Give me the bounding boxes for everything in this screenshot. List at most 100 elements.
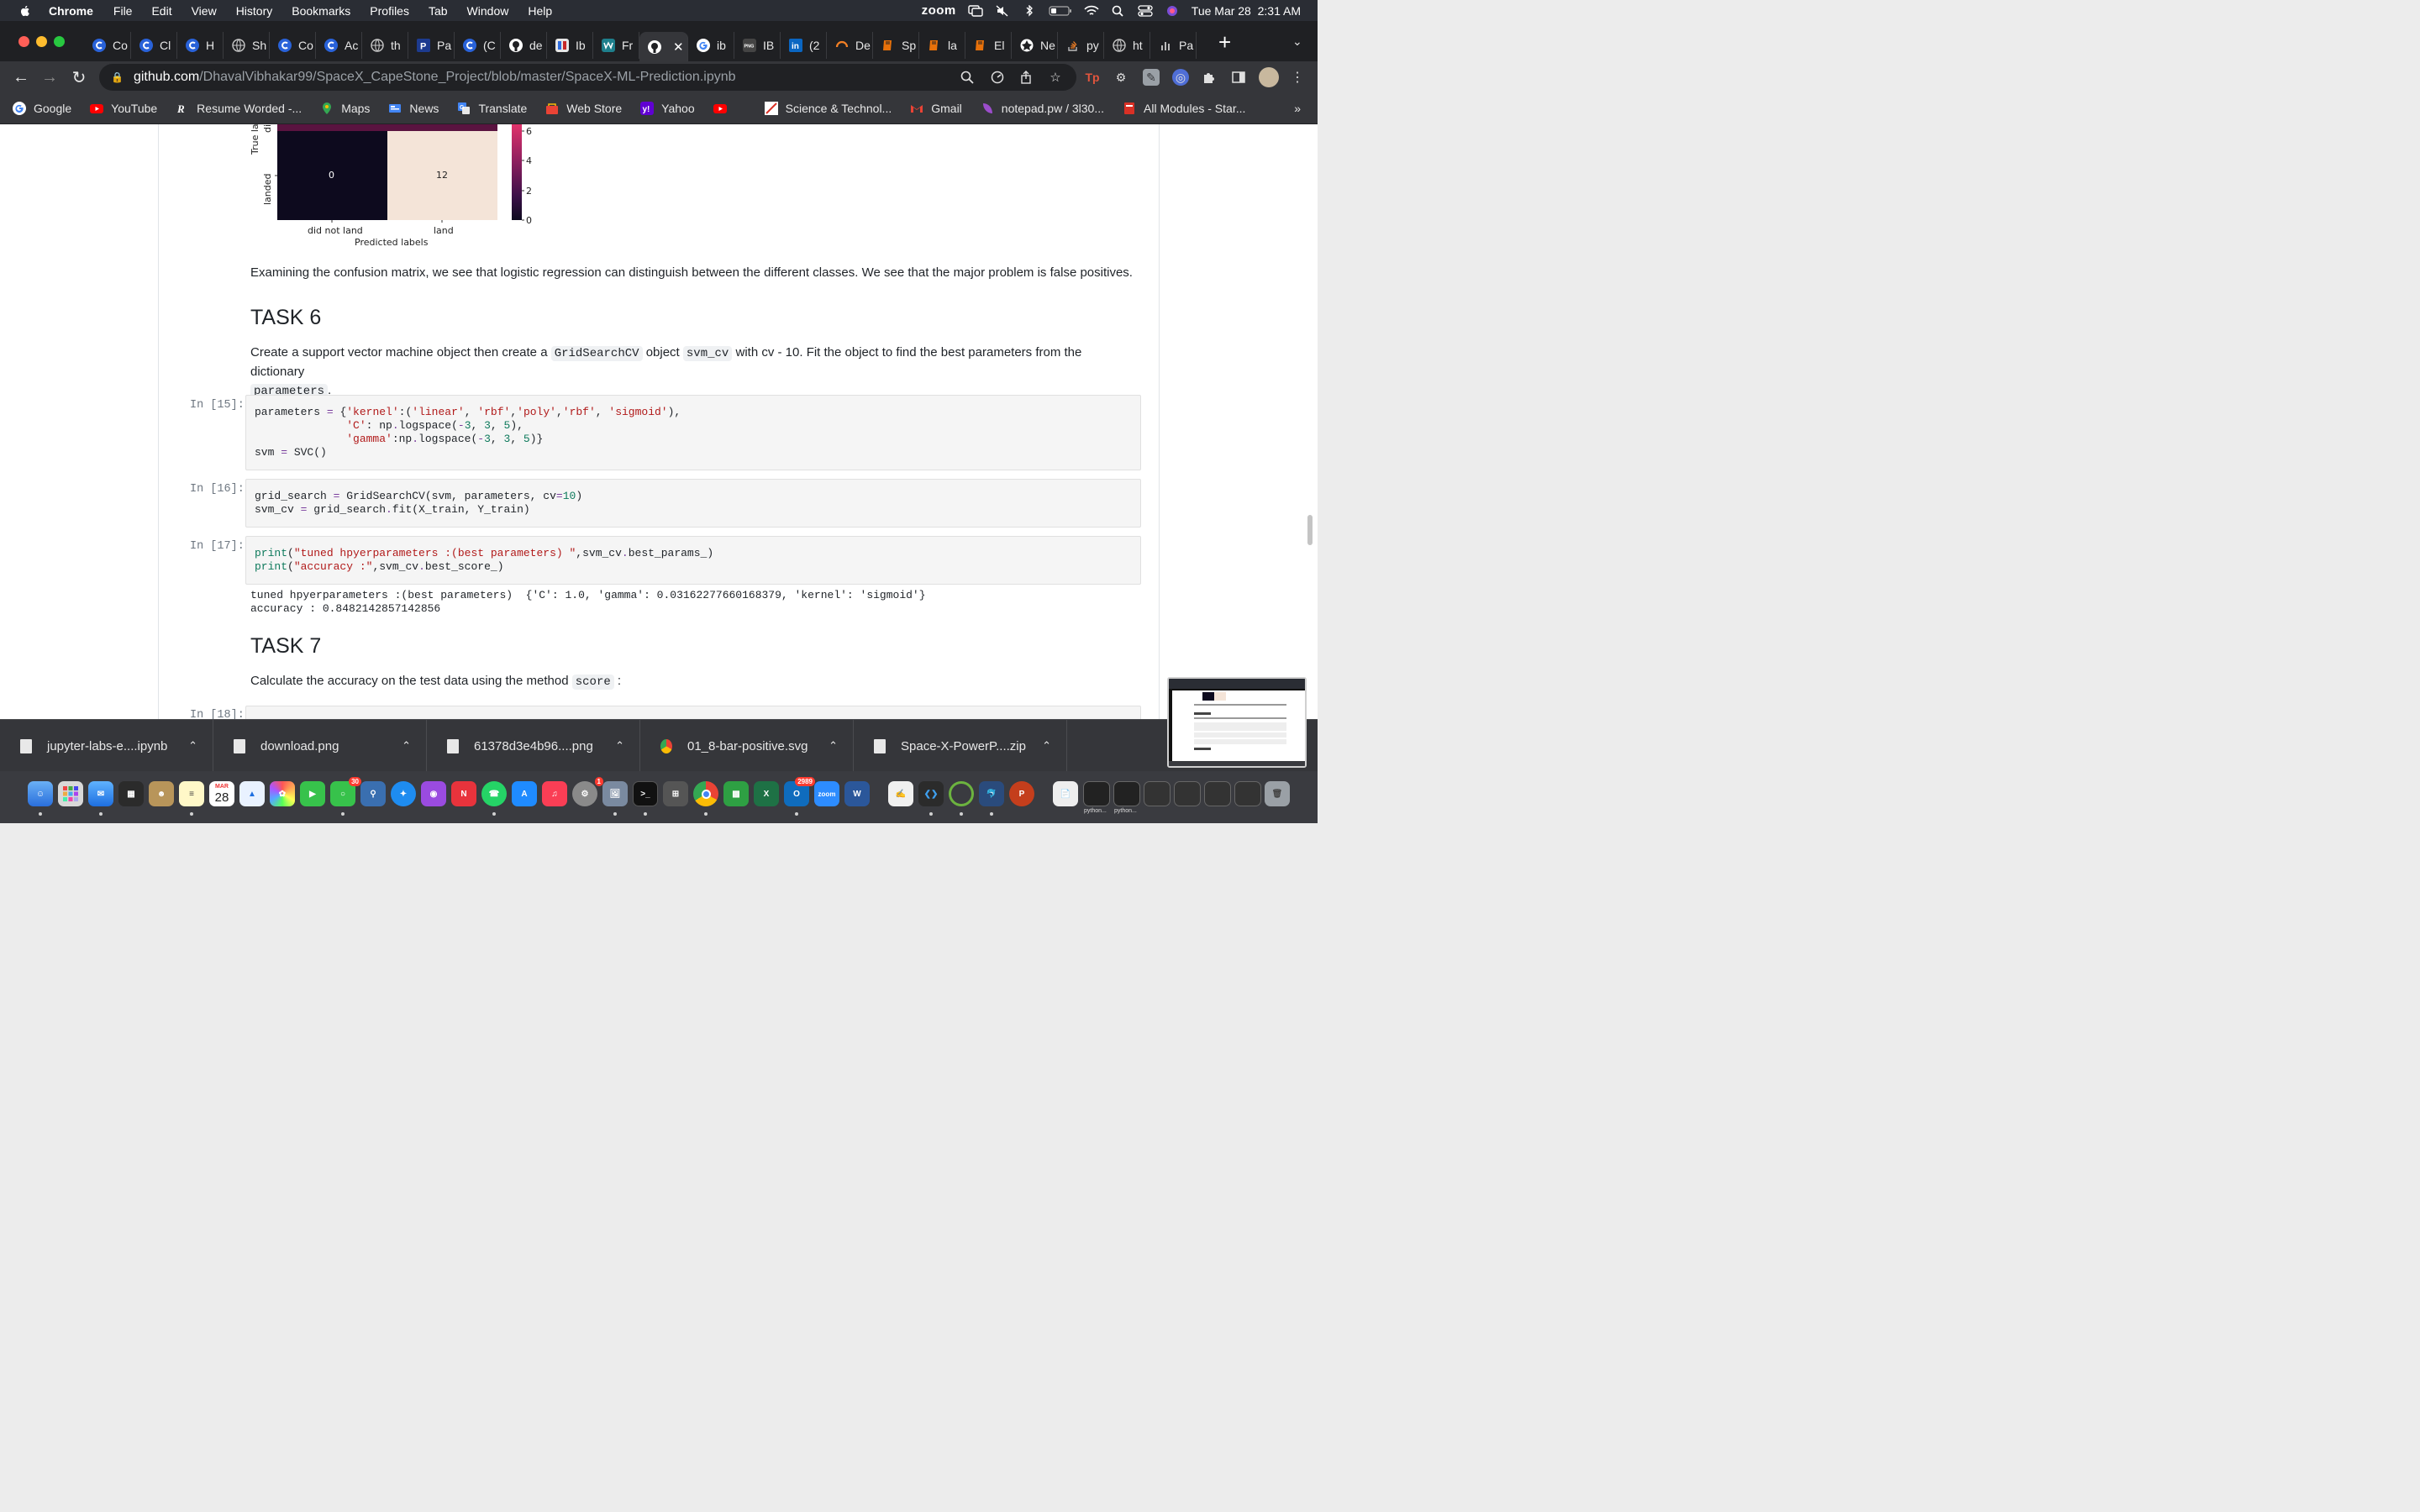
- bookmark-item[interactable]: y! Yahoo: [640, 102, 695, 115]
- forward-arrow-icon[interactable]: →: [40, 68, 59, 87]
- side-panel-icon[interactable]: [1230, 69, 1247, 86]
- extension-round-icon[interactable]: ◎: [1172, 69, 1189, 86]
- browser-tab[interactable]: El: [965, 32, 1012, 59]
- screen-mirroring-icon[interactable]: [968, 4, 983, 17]
- menu-window[interactable]: Window: [467, 4, 509, 18]
- code-cell-15[interactable]: parameters = {'kernel':('linear', 'rbf',…: [245, 395, 1141, 470]
- excel-icon[interactable]: X: [754, 781, 779, 806]
- menu-history[interactable]: History: [236, 4, 273, 18]
- trash-icon[interactable]: 🗑: [1265, 781, 1290, 806]
- spotlight-search-icon[interactable]: [1111, 5, 1126, 17]
- address-url[interactable]: github.com/DhavalVibhakar99/SpaceX_CapeS…: [134, 70, 736, 85]
- browser-tab[interactable]: De: [827, 32, 873, 59]
- terminal-icon[interactable]: >_: [633, 781, 658, 806]
- zoom-magnifier-icon[interactable]: [960, 70, 975, 85]
- browser-tab[interactable]: Cl: [131, 32, 177, 59]
- python-window-thumbnail[interactable]: [1113, 781, 1140, 806]
- preview-icon[interactable]: ⚲: [360, 781, 386, 806]
- chevron-up-icon[interactable]: ⌃: [615, 739, 624, 753]
- browser-tab[interactable]: py: [1058, 32, 1104, 59]
- system-settings-icon[interactable]: ⚙ 1: [572, 777, 603, 806]
- calculator-icon[interactable]: ⊞: [663, 781, 688, 806]
- mysql-workbench-icon[interactable]: 🐬: [979, 781, 1004, 806]
- minimized-window-thumbnail[interactable]: [1204, 781, 1231, 806]
- word-icon[interactable]: W: [844, 781, 870, 806]
- browser-tab[interactable]: th: [362, 32, 408, 59]
- browser-tab[interactable]: Sp: [873, 32, 919, 59]
- browser-tab[interactable]: ib: [688, 32, 734, 59]
- mute-icon[interactable]: [995, 4, 1010, 17]
- bookmark-item[interactable]: Science & Technol...: [764, 102, 892, 115]
- browser-tab[interactable]: (C: [455, 32, 501, 59]
- bookmark-item[interactable]: News: [388, 102, 439, 115]
- extension-pen-icon[interactable]: ✎: [1143, 69, 1160, 86]
- extension-tp-icon[interactable]: Tp: [1084, 69, 1101, 86]
- page-scrollbar-thumb[interactable]: [1307, 515, 1313, 545]
- chrome-menu-kebab-icon[interactable]: ⋮: [1289, 69, 1306, 86]
- menu-bookmarks[interactable]: Bookmarks: [292, 4, 350, 18]
- minimized-window-thumbnail[interactable]: [1234, 781, 1261, 806]
- browser-tab[interactable]: la: [919, 32, 965, 59]
- bookmark-item[interactable]: Gmail: [910, 102, 962, 115]
- wifi-icon[interactable]: [1084, 5, 1099, 17]
- performance-gauge-icon[interactable]: [990, 70, 1005, 85]
- menu-tab[interactable]: Tab: [429, 4, 448, 18]
- bookmark-item[interactable]: Web Store: [545, 102, 622, 115]
- download-item[interactable]: Space-X-PowerP....zip ⌃: [854, 720, 1067, 772]
- browser-tab[interactable]: Ib: [547, 32, 593, 59]
- powerpoint-icon[interactable]: P: [1009, 781, 1034, 806]
- launchpad-icon[interactable]: [58, 781, 83, 806]
- code-cell-17[interactable]: print("tuned hpyerparameters :(best para…: [245, 536, 1141, 585]
- numbers-icon[interactable]: ▩: [723, 781, 749, 806]
- safari-icon[interactable]: ✦: [391, 781, 416, 806]
- browser-tab[interactable]: Fr: [593, 32, 639, 59]
- bookmark-item[interactable]: Google: [13, 102, 71, 115]
- calendar-icon[interactable]: MAR 28: [209, 781, 234, 806]
- bookmark-item[interactable]: notepad.pw / 3l30...: [981, 102, 1104, 115]
- menu-file[interactable]: File: [113, 4, 133, 18]
- menu-help[interactable]: Help: [528, 4, 552, 18]
- keynote-icon[interactable]: ▲: [239, 781, 265, 806]
- menu-bar-clock[interactable]: Tue Mar 28 2:31 AM: [1192, 4, 1301, 18]
- browser-tab[interactable]: Sh: [224, 32, 270, 59]
- bookmark-item[interactable]: All Modules - Star...: [1123, 102, 1245, 115]
- minimize-window-button[interactable]: [36, 36, 47, 47]
- apple-logo-icon[interactable]: [18, 4, 32, 18]
- outlook-icon[interactable]: O 2989: [784, 777, 815, 806]
- screenshot-thumbnail-preview[interactable]: [1167, 677, 1307, 768]
- browser-tab[interactable]: ✕: [639, 32, 688, 61]
- battery-icon[interactable]: [1049, 5, 1072, 17]
- facetime-icon[interactable]: ▶: [300, 781, 325, 806]
- download-item[interactable]: download.png ⌃: [213, 720, 427, 772]
- documents-folder-icon[interactable]: 📄: [1053, 781, 1078, 806]
- profile-avatar[interactable]: [1259, 67, 1279, 87]
- mail-icon[interactable]: ✉: [88, 781, 113, 806]
- bookmarks-overflow-chevron-icon[interactable]: »: [1294, 102, 1301, 115]
- bookmark-item[interactable]: YouTube: [90, 102, 157, 115]
- back-arrow-icon[interactable]: ←: [12, 68, 30, 87]
- vscode-icon[interactable]: ❮❯: [918, 781, 944, 806]
- podcasts-icon[interactable]: ◉: [421, 781, 446, 806]
- whatsapp-icon[interactable]: ☎: [481, 781, 507, 806]
- migration-assistant-icon[interactable]: 🖼: [602, 781, 628, 806]
- contacts-icon[interactable]: ☻: [149, 781, 174, 806]
- notes-icon[interactable]: ≡: [179, 781, 204, 806]
- minimized-window-thumbnail[interactable]: [1144, 781, 1171, 806]
- new-tab-button[interactable]: +: [1218, 29, 1231, 55]
- menu-view[interactable]: View: [192, 4, 217, 18]
- menu-edit[interactable]: Edit: [151, 4, 171, 18]
- bookmark-item[interactable]: R Resume Worded -...: [176, 102, 302, 115]
- zoom-window-button[interactable]: [54, 36, 65, 47]
- chevron-up-icon[interactable]: ⌃: [188, 739, 197, 753]
- bookmark-item[interactable]: Maps: [320, 102, 370, 115]
- browser-tab[interactable]: Co: [270, 32, 316, 59]
- menu-profiles[interactable]: Profiles: [370, 4, 409, 18]
- python-window-thumbnail[interactable]: [1083, 781, 1110, 806]
- close-window-button[interactable]: [18, 36, 29, 47]
- bookmark-item[interactable]: [713, 102, 734, 115]
- menu-app-chrome[interactable]: Chrome: [49, 4, 93, 18]
- download-item[interactable]: jupyter-labs-e....ipynb ⌃: [0, 720, 213, 772]
- zoom-app-icon[interactable]: zoom: [814, 781, 839, 806]
- textedit-icon[interactable]: ✍: [888, 781, 913, 806]
- browser-tab[interactable]: H: [177, 32, 224, 59]
